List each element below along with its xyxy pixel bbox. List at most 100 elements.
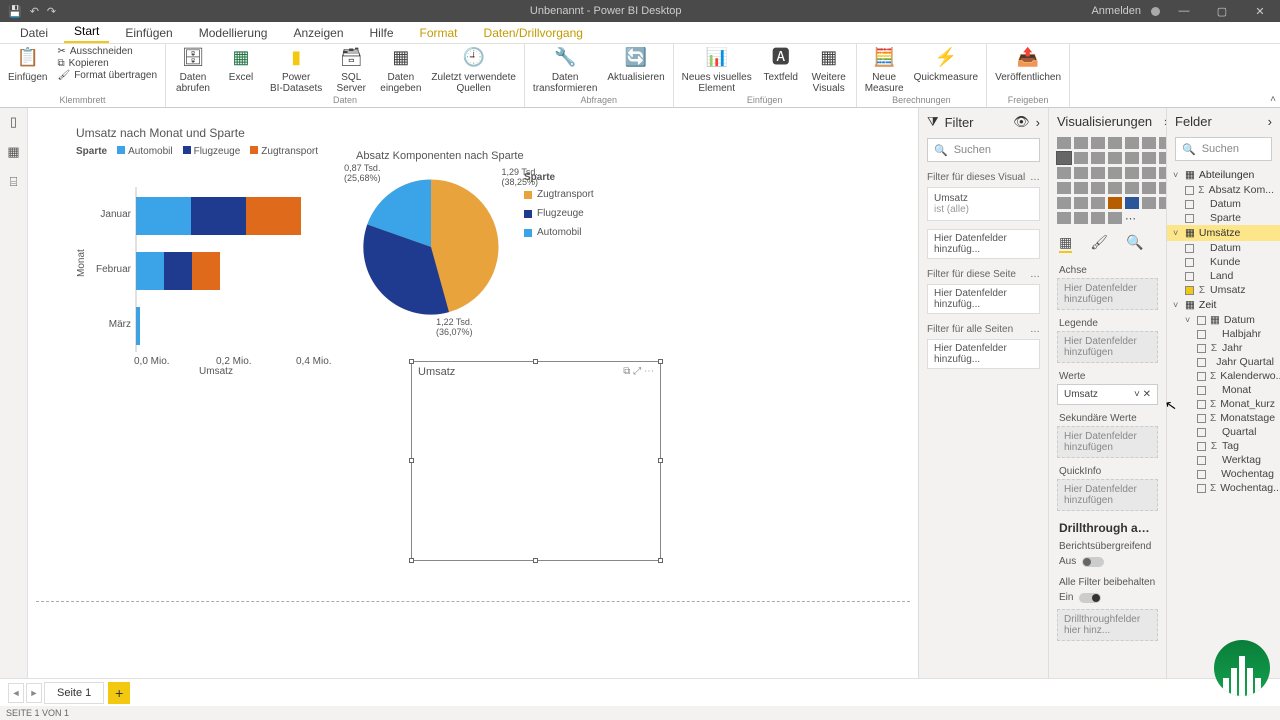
viz-type-icon[interactable] [1142,182,1156,194]
filter-card-umsatz[interactable]: Umsatz ist (alle) [927,187,1040,221]
quick-measure-button[interactable]: ⚡Quickmeasure [914,46,978,83]
new-measure-button[interactable]: 🧮Neue Measure [865,46,904,94]
pbi-datasets-button[interactable]: ▮Power BI-Datasets [270,46,322,94]
viz-type-icon[interactable] [1142,197,1156,209]
viz-type-icon[interactable] [1074,197,1088,209]
selected-visual[interactable]: Umsatz ⧉ ⤢ ⋯ [411,361,661,561]
viz-type-icon[interactable] [1057,152,1071,164]
viz-type-icon[interactable] [1108,167,1122,179]
field-item[interactable]: ΣMonatstage [1167,411,1280,425]
filter-visual-drop[interactable]: Hier Datenfelder hinzufüg... [927,229,1040,259]
viz-type-icon[interactable] [1108,182,1122,194]
textbox-button[interactable]: 🅰Textfeld [762,46,800,83]
format-painter-button[interactable]: 🖌 Format übertragen [57,70,157,81]
report-canvas[interactable]: Umsatz nach Monat und Sparte Sparte Auto… [28,108,918,678]
viz-type-icon[interactable] [1125,152,1139,164]
enter-data-button[interactable]: ▦Daten eingeben [380,46,421,94]
remove-field-icon[interactable]: ✕ [1143,389,1151,400]
new-visual-button[interactable]: 📊Neues visuelles Element [682,46,752,94]
field-item[interactable]: ΣJahr [1167,341,1280,355]
recent-sources-button[interactable]: 🕘Zuletzt verwendete Quellen [431,46,516,94]
table-umsaetze[interactable]: ˅▦ Umsätze [1167,225,1280,241]
viz-type-icon[interactable] [1074,137,1088,149]
user-avatar-icon[interactable] [1151,7,1160,16]
viz-type-icon[interactable] [1074,212,1088,224]
table-zeit[interactable]: ˅▦ Zeit [1167,297,1280,313]
tab-anzeigen[interactable]: Anzeigen [283,23,353,43]
filter-visual-more-icon[interactable]: … [1030,172,1040,183]
filter-all-more-icon[interactable]: … [1030,324,1040,335]
viz-type-icon[interactable] [1057,167,1071,179]
viz-type-icon[interactable] [1074,167,1088,179]
tab-format[interactable]: Format [410,23,468,43]
field-item[interactable]: ΣKalenderwo... [1167,369,1280,383]
page-next-button[interactable]: ► [26,683,42,703]
filter-search[interactable]: 🔍 Suchen [927,138,1040,162]
tab-start[interactable]: Start [64,21,109,43]
viz-type-icon[interactable] [1142,152,1156,164]
viz-type-icon[interactable] [1057,212,1071,224]
filter-page-drop[interactable]: Hier Datenfelder hinzufüg... [927,284,1040,314]
tab-datei[interactable]: Datei [10,23,58,43]
get-data-button[interactable]: 🗄Daten abrufen [174,46,212,94]
field-item[interactable]: Monat [1167,383,1280,397]
pie-chart-visual[interactable]: Absatz Komponenten nach Sparte 0,87 Tsd.… [356,150,676,322]
viz-type-icon[interactable] [1159,182,1166,194]
viz-type-icon[interactable] [1108,197,1122,209]
analytics-mode-icon[interactable]: 🔍 [1126,234,1143,253]
filter-page-more-icon[interactable]: … [1030,269,1040,280]
add-page-button[interactable]: + [108,682,130,704]
save-icon[interactable]: 💾 [8,5,22,18]
viz-type-icon[interactable] [1057,137,1071,149]
field-item[interactable]: Sparte [1167,211,1280,225]
viz-type-icon[interactable] [1091,212,1105,224]
cut-button[interactable]: ✂ Ausschneiden [57,46,157,57]
collapse-ribbon-icon[interactable]: ˄ [1270,94,1276,105]
viz-type-icon[interactable] [1091,152,1105,164]
page-tab-1[interactable]: Seite 1 [44,682,104,704]
field-item[interactable]: Halbjahr [1167,327,1280,341]
field-item[interactable]: Quartal [1167,425,1280,439]
field-item[interactable]: ΣMonat_kurz [1167,397,1280,411]
viz-type-icon[interactable] [1091,137,1105,149]
values-well[interactable]: Umsatz˅ ✕ [1057,384,1158,405]
viz-type-icon[interactable] [1159,152,1166,164]
viz-type-icon[interactable] [1074,182,1088,194]
secondary-well[interactable]: Hier Datenfelder hinzufügen [1057,426,1158,458]
table-abteilungen[interactable]: ˅▦ Abteilungen [1167,167,1280,183]
viz-type-icon[interactable] [1159,167,1166,179]
viz-type-icon[interactable] [1057,197,1071,209]
visual-more-icon[interactable]: ⋯ [644,366,654,377]
tooltip-well[interactable]: Hier Datenfelder hinzufügen [1057,479,1158,511]
axis-well[interactable]: Hier Datenfelder hinzufügen [1057,278,1158,310]
report-view-icon[interactable]: ▯ [10,114,17,130]
tab-einfuegen[interactable]: Einfügen [115,23,182,43]
filter-collapse-icon[interactable]: › [1036,115,1040,130]
format-mode-icon[interactable]: 🖌 [1090,234,1108,253]
viz-type-icon[interactable] [1108,152,1122,164]
field-item[interactable]: Werktag [1167,453,1280,467]
viz-more-icon[interactable]: ⋯ [1125,212,1139,224]
excel-button[interactable]: ▦Excel [222,46,260,83]
viz-type-icon[interactable] [1091,197,1105,209]
viz-type-icon[interactable] [1057,182,1071,194]
maximize-icon[interactable]: ▢ [1208,5,1236,18]
viz-type-icon[interactable] [1125,182,1139,194]
filter-eye-icon[interactable]: 👁 [1013,114,1030,130]
field-item[interactable]: Datum [1167,197,1280,211]
field-item[interactable]: ΣTag [1167,439,1280,453]
bar-chart-visual[interactable]: Umsatz nach Monat und Sparte Sparte Auto… [76,126,356,377]
paste-button[interactable]: 📋Einfügen [8,46,47,83]
undo-icon[interactable]: ↶ [30,5,39,18]
legend-well[interactable]: Hier Datenfelder hinzufügen [1057,331,1158,363]
minimize-icon[interactable]: — [1170,5,1198,17]
page-prev-button[interactable]: ◄ [8,683,24,703]
viz-type-icon[interactable] [1074,152,1088,164]
drillthrough-well[interactable]: Drillthroughfelder hier hinz... [1057,609,1158,641]
viz-type-icon[interactable] [1142,167,1156,179]
filter-all-drop[interactable]: Hier Datenfelder hinzufüg... [927,339,1040,369]
tab-modellierung[interactable]: Modellierung [189,23,278,43]
refresh-button[interactable]: 🔄Aktualisieren [607,46,664,83]
field-item[interactable]: Datum [1167,241,1280,255]
fields-search[interactable]: 🔍 Suchen [1175,137,1272,161]
